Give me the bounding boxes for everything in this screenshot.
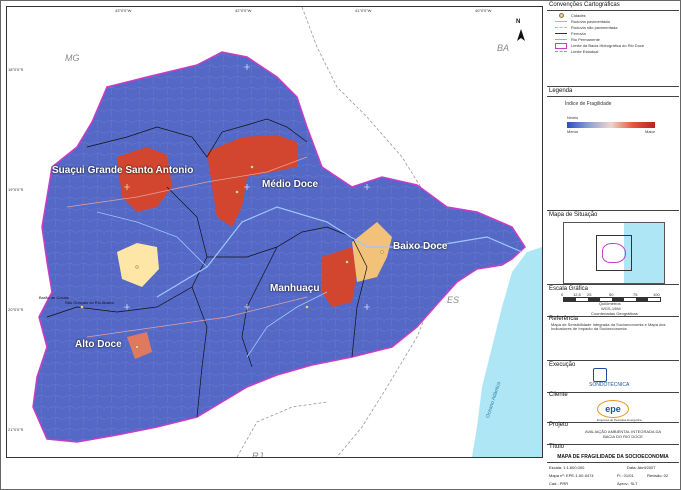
divider: [547, 86, 679, 87]
top-tick: 40°0'0"W: [475, 8, 492, 13]
divider: [547, 96, 679, 97]
divider: [547, 210, 679, 211]
city-label: São Gonçalo do Rio Abaixo: [65, 300, 114, 305]
state-border-mg-rj: [236, 401, 328, 457]
executor-name: SONDOTÉCNICA: [589, 382, 630, 388]
fragility-high-area: [322, 247, 357, 307]
epe-logo: epe: [597, 400, 629, 418]
situation-map: [563, 222, 665, 284]
fragility-index-label: Índice de Fragilidade: [565, 101, 612, 107]
map-title: MAPA DE FRAGILIDADE DA SOCIOECONOMIA: [557, 454, 669, 460]
unpaved-road-icon: [555, 25, 567, 29]
basin-map: [32, 7, 542, 457]
legend-label: Cidades: [571, 12, 586, 18]
region-label-manhuacu: Manhuaçu: [270, 283, 320, 294]
basin-boundary: [32, 51, 526, 443]
left-tick: 21°0'0"S: [8, 427, 24, 432]
region-label-suacui: Suaçui Grande Santo Antonio: [52, 165, 194, 176]
cad-cell: Cad.: PRR: [549, 481, 569, 486]
legend-label: Rodovia não pavimentada: [571, 24, 618, 30]
state-label-rj: RJ: [252, 451, 263, 458]
sondotecnica-logo-icon: [593, 368, 607, 382]
fragility-gradient: [567, 122, 655, 128]
conventions-title: Convenções Cartográficas: [549, 2, 620, 8]
legend-label: Limite Estadual: [571, 48, 599, 54]
legend-label: Limite da Bacia Hidrográfica do Rio Doce: [571, 42, 645, 48]
region-label-alto: Alto Doce: [75, 339, 122, 350]
state-label-es: ES: [447, 295, 460, 305]
left-tick: 19°0'0"S: [8, 187, 24, 192]
paved-road-icon: [555, 19, 567, 23]
scale-tick: 25: [587, 292, 592, 297]
scale-tick: 0: [561, 292, 564, 297]
legend-label: Rio Permanente: [571, 36, 600, 42]
map-frame[interactable]: 43°0'0"W 42°0'0"W 41°0'0"W 40°0'0"W 18°0…: [6, 6, 543, 458]
state-label-mg: MG: [65, 53, 80, 63]
legend-max-label: Maior: [645, 129, 656, 134]
date-cell: Data: Abril/2007: [627, 465, 656, 470]
legend-title: Legenda: [549, 88, 573, 94]
basin-limit-icon: [555, 43, 567, 49]
legend-label: Rodovia pavimentada: [571, 18, 610, 24]
state-limit-icon: [555, 49, 567, 53]
top-tick: 41°0'0"W: [355, 8, 372, 13]
scale-tick: 50: [609, 292, 614, 297]
top-tick: 42°0'0"W: [235, 8, 252, 13]
ocean-area: [472, 247, 542, 457]
divider: [547, 10, 679, 11]
sheet-cell: Fl.: 01/01: [617, 473, 634, 478]
revision-cell: Revisão: 02: [647, 473, 669, 478]
river-icon: [555, 37, 567, 41]
legend-label: Ferrovia: [571, 30, 586, 36]
left-tick: 20°0'0"S: [8, 307, 24, 312]
legend-panel: Convenções Cartográficas Cidades Rodovia…: [545, 0, 681, 490]
scale-tick: 12,5: [573, 292, 581, 297]
left-tick: 18°0'0"S: [8, 67, 24, 72]
levels-label: Níveis: [567, 115, 579, 120]
legend-min-label: Menor: [567, 129, 579, 134]
divider: [547, 444, 679, 445]
title-table: Escala: 1:1.600.000 Data: Abril/2007 Map…: [547, 462, 679, 489]
top-tick: 43°0'0"W: [115, 8, 132, 13]
region-label-baixo: Baixo Doce: [393, 241, 448, 252]
project-name: AVALIAÇÃO AMBIENTAL INTEGRADA DA BACIA D…: [584, 429, 662, 439]
projeto-title: Projeto: [549, 422, 569, 428]
scale-cell: Escala: 1:1.600.000: [549, 465, 585, 470]
divider: [547, 284, 679, 285]
reference-text: Mapa de Sensibilidade Integrada da Socio…: [551, 322, 666, 331]
state-label-ba: BA: [497, 43, 510, 53]
situation-basin: [602, 243, 626, 263]
divider: [547, 360, 679, 361]
region-label-medio: Médio Doce: [262, 179, 319, 190]
scale-tick: 100: [653, 292, 660, 297]
cliente-title: Cliente: [549, 392, 568, 398]
city-symbol-icon: [555, 13, 567, 18]
scale-title: Escala Gráfica: [549, 286, 589, 292]
approval-cell: Aprov.: SLT: [617, 481, 638, 486]
title-block: MAPA DE FRAGILIDADE DA SOCIOECONOMIA Esc…: [545, 450, 681, 490]
legend-row-state: Limite Estadual: [555, 48, 598, 54]
situation-title: Mapa de Situação: [549, 212, 598, 218]
execucao-title: Execução: [549, 362, 576, 368]
scale-tick: 75: [633, 292, 638, 297]
map-number-cell: Mapa nº: EPE-1-00-0474: [549, 473, 594, 478]
north-label: N: [516, 19, 521, 25]
railway-icon: [555, 31, 567, 35]
north-arrow-icon: [517, 29, 525, 41]
